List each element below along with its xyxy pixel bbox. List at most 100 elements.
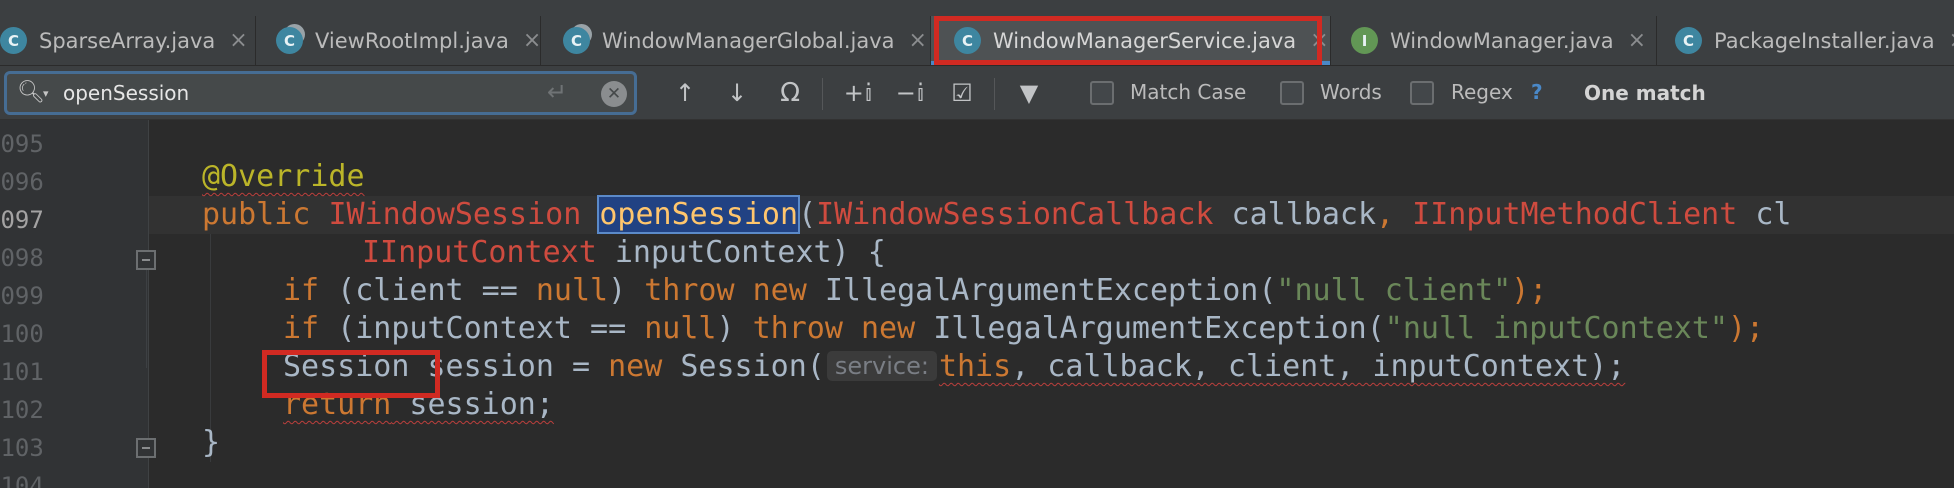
clear-search-icon[interactable]: ✕ (601, 81, 627, 107)
class-file-icon: C (1675, 27, 1702, 54)
gutter-separator (148, 120, 149, 488)
tab-label: PackageInstaller.java (1714, 28, 1935, 53)
tab-viewrootimpl[interactable]: C ViewRootImpl.java × (256, 16, 541, 65)
keyword: throw (752, 311, 843, 346)
add-occurrence-button[interactable]: +𝕚 (838, 76, 878, 110)
line-number-current: 5097 (0, 206, 44, 234)
keyword: return (283, 387, 392, 422)
type-name: IWindowSession (328, 197, 582, 232)
search-input[interactable] (63, 78, 523, 108)
code-line-5099: if (client == null) throw new IllegalArg… (283, 272, 1547, 310)
keyword: this (938, 349, 1012, 384)
class-file-icon: C (276, 27, 303, 54)
keyword: new (860, 311, 916, 346)
line-number: 5104 (0, 472, 44, 488)
filter-search-results-button[interactable]: ▼ (1008, 76, 1050, 110)
punctuation: ); (1727, 311, 1765, 346)
type-name: Session (283, 349, 410, 384)
editor-tab-bar: C SparseArray.java × C ViewRootImpl.java… (0, 0, 1954, 66)
string-literal: "null inputContext" (1384, 311, 1728, 346)
select-all-occurrences-button[interactable]: Ω (770, 76, 810, 110)
previous-occurrence-button[interactable]: ↑ (668, 76, 702, 110)
select-all-icon: Ω (780, 78, 800, 108)
search-icon[interactable]: 🔍︎ (17, 80, 45, 105)
regex-checkbox[interactable] (1410, 81, 1434, 105)
fold-collapse-icon[interactable] (136, 250, 156, 270)
line-number-gutter: 5095 5096 5097 5098 5099 5100 5101 5102 … (0, 120, 148, 488)
identifier: cl (1737, 197, 1792, 232)
toolbar-separator (994, 78, 995, 110)
expression: (client == (319, 273, 536, 308)
tab-windowmanagerservice[interactable]: C WindowManagerService.java × (931, 16, 1331, 65)
close-icon[interactable]: × (1628, 28, 1646, 53)
keyword: null (644, 311, 717, 346)
line-number: 5096 (0, 168, 44, 196)
parameter-hint: service: (826, 351, 937, 381)
regex-label[interactable]: Regex (1451, 80, 1513, 104)
tab-label: WindowManagerGlobal.java (602, 28, 895, 53)
identifier: IllegalArgumentException( (806, 273, 1277, 308)
close-icon[interactable]: × (1949, 28, 1954, 53)
words-checkbox[interactable] (1280, 81, 1304, 105)
punctuation: ); (1511, 273, 1548, 308)
close-icon[interactable]: × (1310, 28, 1328, 53)
code-line-5102: return session; (283, 386, 554, 424)
close-icon[interactable]: × (523, 28, 541, 53)
select-all-checkbox-button[interactable]: ☑ (942, 76, 982, 110)
tab-packageinstaller[interactable]: C PackageInstaller.java × (1657, 16, 1954, 65)
class-file-icon: C (0, 27, 27, 54)
regex-help-link[interactable]: ? (1531, 80, 1543, 104)
tab-label: ViewRootImpl.java (315, 28, 509, 53)
checkbox-list-icon: ☑ (951, 79, 973, 107)
type-name: IInputContext (362, 235, 597, 270)
type-name: IWindowSessionCallback (816, 197, 1214, 232)
words-label[interactable]: Words (1320, 80, 1382, 104)
tab-windowmanager[interactable]: I WindowManager.java × (1331, 16, 1657, 65)
code-line-5103: } (202, 424, 220, 462)
close-icon[interactable]: × (229, 28, 247, 53)
code-line-5097: public IWindowSession openSession(IWindo… (202, 195, 1792, 234)
line-number: 5095 (0, 130, 44, 158)
punctuation: ( (798, 197, 817, 232)
match-count-status: One match (1584, 81, 1706, 105)
code-line-5096: @Override (202, 158, 365, 196)
line-number: 5099 (0, 282, 44, 310)
toolbar-separator (822, 78, 823, 110)
remove-selection-icon: −𝕚 (895, 79, 925, 107)
tab-sparsearray[interactable]: C SparseArray.java × (0, 16, 256, 65)
identifier: callback (1213, 197, 1377, 232)
identifier: session = (409, 349, 609, 384)
class-file-icon: C (954, 27, 981, 54)
tab-label: WindowManagerService.java (993, 28, 1297, 53)
tab-label: SparseArray.java (39, 28, 216, 53)
tab-label: WindowManager.java (1390, 28, 1614, 53)
line-number: 5103 (0, 434, 44, 462)
search-history-dropdown-icon[interactable]: ▾ (43, 87, 49, 100)
tab-windowmanagerglobal[interactable]: C WindowManagerGlobal.java × (541, 16, 931, 65)
remove-occurrence-button[interactable]: −𝕚 (890, 76, 930, 110)
fold-end-icon[interactable] (136, 438, 156, 458)
code-line-5098: IInputContext inputContext) { (362, 234, 886, 272)
keyword: new (752, 273, 807, 308)
keyword: if (283, 311, 320, 346)
search-box[interactable]: 🔍︎ ▾ ↵ ✕ (4, 71, 637, 115)
punctuation: , (1376, 197, 1413, 232)
line-number: 5098 (0, 244, 44, 272)
annotation: @Override (202, 159, 365, 194)
close-icon[interactable]: × (909, 28, 927, 53)
next-occurrence-button[interactable]: ↓ (720, 76, 754, 110)
new-line-icon[interactable]: ↵ (547, 78, 567, 106)
punctuation: } (202, 425, 221, 460)
match-case-checkbox[interactable] (1090, 81, 1114, 105)
search-match-highlight: openSession (597, 195, 801, 234)
arrow-down-icon: ↓ (726, 79, 748, 107)
match-case-label[interactable]: Match Case (1130, 80, 1246, 104)
arguments: , callback, client, inputContext); (1011, 349, 1626, 384)
find-bar: 🔍︎ ▾ ↵ ✕ ↑ ↓ Ω +𝕚 −𝕚 ☑ ▼ Match Case Word… (0, 66, 1954, 120)
line-number: 5100 (0, 320, 44, 348)
keyword: if (283, 273, 320, 308)
keyword: throw (644, 273, 735, 308)
line-number: 5102 (0, 396, 44, 424)
code-editor[interactable]: 5095 5096 5097 5098 5099 5100 5101 5102 … (0, 120, 1954, 488)
